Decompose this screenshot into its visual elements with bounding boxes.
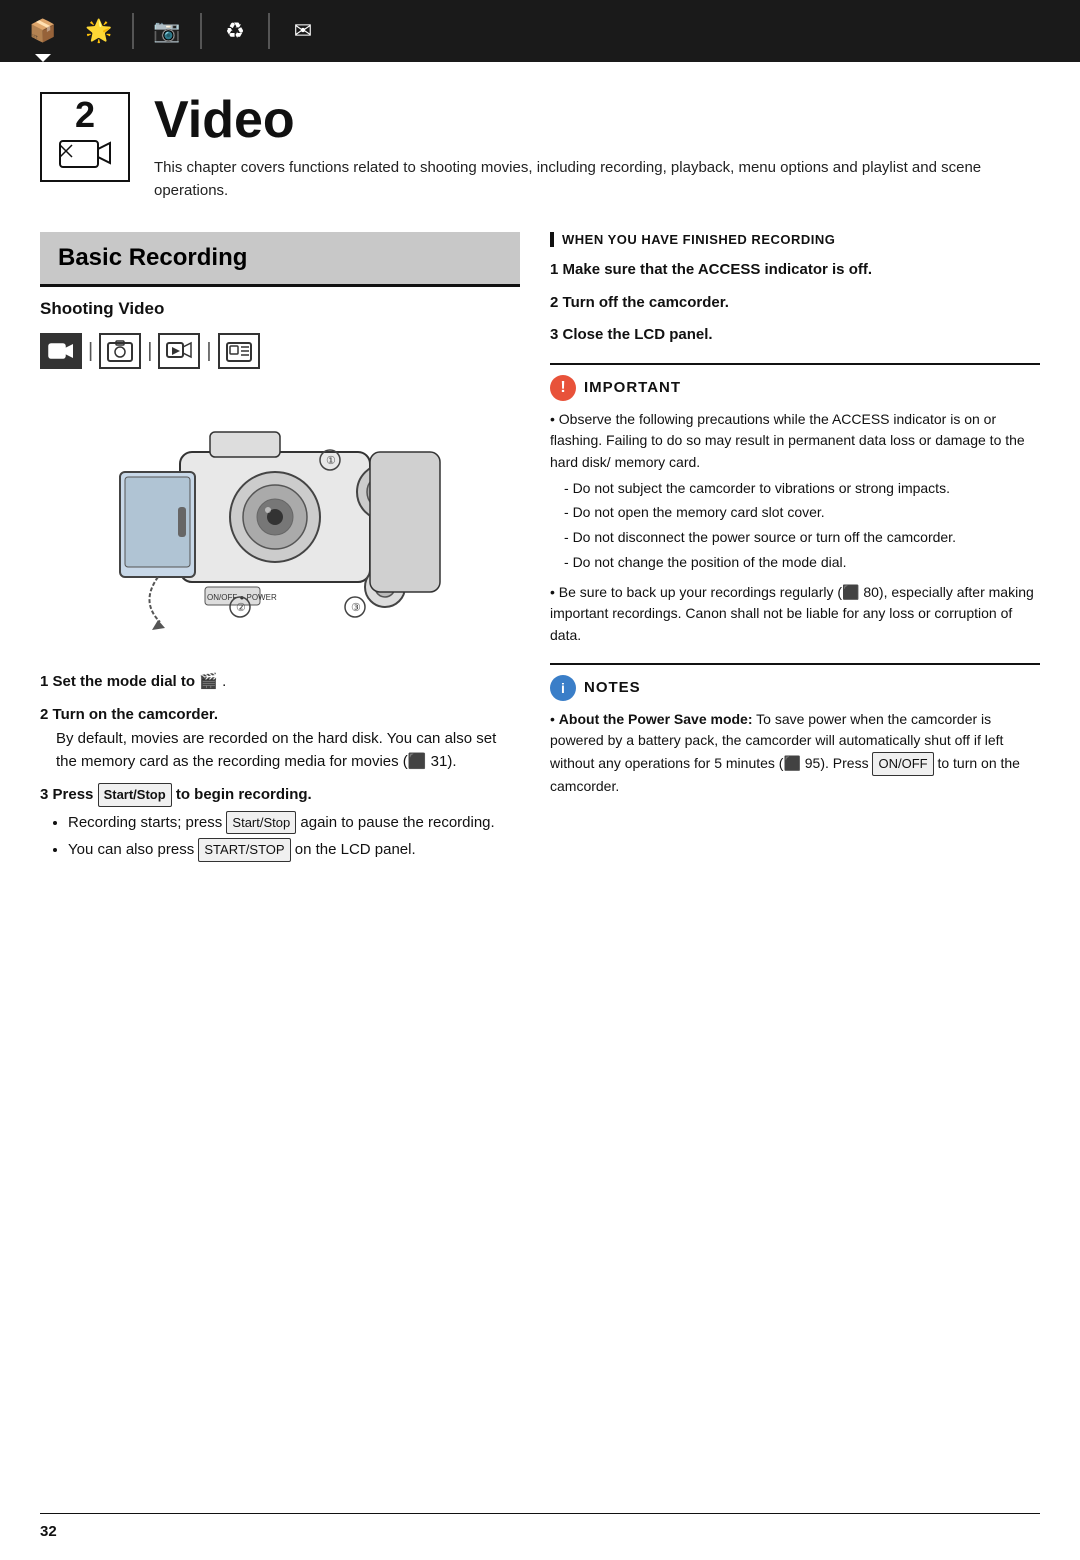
nav-icon-star[interactable]: 🌟 — [76, 8, 122, 54]
chapter-icon: 2 — [40, 92, 130, 182]
mode-icon-gallery — [218, 333, 260, 369]
chapter-number: 2 — [75, 97, 95, 133]
when-step-1-text: Make sure that the ACCESS indicator is o… — [563, 261, 873, 278]
step-3-bullet-1: Recording starts; press Start/Stop again… — [68, 811, 520, 835]
important-box: ! Important • Observe the following prec… — [550, 363, 1040, 647]
step-1-number: 1 — [40, 673, 48, 690]
right-column: When You Have Finished Recording 1 Make … — [550, 232, 1040, 872]
important-body: • Observe the following precautions whil… — [550, 409, 1040, 647]
nav-icon-box[interactable]: 📦 — [20, 8, 66, 54]
nav-separator-3 — [268, 13, 270, 49]
nav-icon-recycle[interactable]: ♻ — [212, 8, 258, 54]
svg-text:③: ③ — [351, 602, 361, 614]
start-stop-btn: Start/Stop — [98, 783, 172, 807]
chapter-icon-img — [58, 135, 112, 178]
chapter-header: 2 Video This chapter covers functions re… — [40, 92, 1040, 202]
step-3-number: 3 — [40, 786, 48, 803]
important-sub-3: Do not disconnect the power source or tu… — [564, 527, 1040, 549]
important-text-1: • Observe the following precautions whil… — [550, 409, 1040, 474]
notes-icon: i — [550, 675, 576, 701]
top-navigation-bar: 📦 🌟 📷 ♻ ✉ — [0, 0, 1080, 62]
onoff-btn: ON/OFF — [872, 752, 933, 776]
subsection-title: Shooting Video — [40, 299, 520, 319]
important-text-2: • Be sure to back up your recordings reg… — [550, 582, 1040, 647]
important-label: Important — [584, 379, 681, 396]
step-2-text: Turn on the camcorder. — [53, 706, 219, 723]
important-sub-2: Do not open the memory card slot cover. — [564, 502, 1040, 524]
important-sub-bullets: Do not subject the camcorder to vibratio… — [564, 478, 1040, 574]
notes-body: • About the Power Save mode: To save pow… — [550, 709, 1040, 798]
when-step-1-num: 1 — [550, 261, 558, 278]
when-step-3: 3 Close the LCD panel. — [550, 324, 1040, 347]
notes-label: Notes — [584, 679, 641, 696]
notes-text: • About the Power Save mode: To save pow… — [550, 709, 1040, 798]
step-3: 3 Press Start/Stop to begin recording. R… — [40, 783, 520, 862]
step-1-text: Set the mode dial to — [53, 673, 200, 690]
step-2: 2 Turn on the camcorder. By default, mov… — [40, 704, 520, 774]
section-divider — [40, 284, 520, 287]
important-sub-4: Do not change the position of the mode d… — [564, 552, 1040, 574]
left-column: Basic Recording Shooting Video | — [40, 232, 520, 872]
when-step-2: 2 Turn off the camcorder. — [550, 292, 1040, 315]
main-columns: Basic Recording Shooting Video | — [40, 232, 1040, 872]
start-stop-btn-2: Start/Stop — [226, 811, 296, 835]
svg-text:①: ① — [326, 455, 336, 467]
when-step-2-num: 2 — [550, 294, 558, 311]
when-step-1: 1 Make sure that the ACCESS indicator is… — [550, 259, 1040, 282]
chapter-description: This chapter covers functions related to… — [154, 157, 1040, 202]
step-2-body: By default, movies are recorded on the h… — [56, 728, 520, 773]
step-1-icon: 🎬 — [199, 673, 218, 690]
important-header: ! Important — [550, 375, 1040, 401]
camera-illustration: ON/OFF ● POWER ① ② ③ — [40, 387, 520, 657]
when-finished-steps: 1 Make sure that the ACCESS indicator is… — [550, 259, 1040, 347]
chapter-title-block: Video This chapter covers functions rela… — [154, 92, 1040, 202]
notes-box: i Notes • About the Power Save mode: To … — [550, 663, 1040, 798]
when-step-3-num: 3 — [550, 326, 558, 343]
mode-sep-2: | — [147, 340, 152, 363]
step-2-number: 2 — [40, 706, 48, 723]
page-number: 32 — [40, 1523, 57, 1540]
section-heading: Basic Recording — [58, 244, 502, 272]
nav-icon-camera[interactable]: 📷 — [144, 8, 190, 54]
page-content: 2 Video This chapter covers functions re… — [0, 62, 1080, 892]
notes-header: i Notes — [550, 675, 1040, 701]
mode-sep-1: | — [88, 340, 93, 363]
mode-icon-playback — [158, 333, 200, 369]
step-1-period: . — [222, 673, 226, 690]
nav-separator — [132, 13, 134, 49]
svg-text:②: ② — [236, 602, 246, 614]
when-step-2-text: Turn off the camcorder. — [563, 294, 729, 311]
mode-icon-photo — [99, 333, 141, 369]
mode-sep-3: | — [206, 340, 211, 363]
mode-icons-row: | | | — [40, 329, 520, 373]
when-finished-title: When You Have Finished Recording — [550, 232, 1040, 247]
step-3-text: Press Start/Stop to begin recording. — [53, 786, 312, 803]
nav-icon-envelope[interactable]: ✉ — [280, 8, 326, 54]
step-3-bullet-2: You can also press START/STOP on the LCD… — [68, 838, 520, 862]
page-bottom-line — [40, 1513, 1040, 1514]
step-1: 1 Set the mode dial to 🎬 . — [40, 671, 520, 694]
important-sub-1: Do not subject the camcorder to vibratio… — [564, 478, 1040, 500]
step-3-bullets: Recording starts; press Start/Stop again… — [68, 811, 520, 862]
mode-icon-video — [40, 333, 82, 369]
when-step-3-text: Close the LCD panel. — [563, 326, 713, 343]
nav-separator-2 — [200, 13, 202, 49]
important-icon: ! — [550, 375, 576, 401]
start-stop-btn-3: START/STOP — [198, 838, 290, 862]
section-heading-box: Basic Recording — [40, 232, 520, 284]
chapter-title: Video — [154, 92, 1040, 149]
